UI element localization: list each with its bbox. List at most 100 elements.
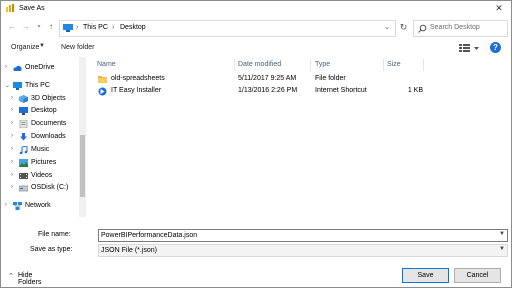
breadcrumb-desktop[interactable]: Desktop	[120, 24, 146, 31]
save-as-dialog: Save As ✕ ← → ▾ ↑ › This PC › Desktop ⌄ …	[0, 0, 512, 288]
folder-icon	[98, 76, 107, 83]
chevron-down-icon: ▼	[499, 246, 505, 252]
back-button[interactable]: ←	[7, 22, 17, 32]
column-header-type[interactable]: Type	[315, 61, 330, 68]
pictures-icon	[19, 159, 28, 167]
column-divider[interactable]	[383, 59, 384, 71]
organize-button[interactable]: Organize	[11, 44, 39, 51]
new-folder-button[interactable]: New folder	[61, 44, 94, 51]
toolbar: Organize ▼ New folder ?	[1, 39, 511, 57]
up-button[interactable]: ↑	[46, 22, 56, 32]
desktop-icon	[19, 107, 28, 115]
column-header-name[interactable]: Name	[97, 61, 116, 68]
scrollbar-thumb[interactable]	[80, 135, 85, 197]
sidebar-item-label: Videos	[31, 172, 53, 179]
file-date: 1/13/2016 2:26 PM	[238, 87, 298, 94]
table-row[interactable]: old-spreadsheets 5/11/2017 9:25 AM File …	[93, 74, 511, 85]
recent-locations-button[interactable]: ▾	[34, 22, 44, 32]
table-row[interactable]: IT Easy Installer 1/13/2016 2:26 PM Inte…	[93, 86, 511, 97]
arrow-up-icon: ↑	[49, 22, 53, 31]
file-date: 5/11/2017 9:25 AM	[238, 75, 297, 82]
network-icon	[13, 202, 22, 210]
file-name-value: PowerBIPerformanceData.json	[101, 232, 198, 239]
hide-folders-label: Hide Folders	[18, 272, 42, 286]
close-icon: ✕	[495, 3, 503, 13]
drive-icon	[19, 185, 28, 192]
search-icon	[418, 24, 427, 33]
breadcrumb-separator-icon: ›	[112, 24, 115, 31]
file-name: old-spreadsheets	[111, 75, 165, 82]
column-divider[interactable]	[423, 59, 424, 71]
computer-icon	[13, 82, 22, 90]
column-divider[interactable]	[310, 59, 311, 71]
address-dropdown-button[interactable]: ⌄	[382, 23, 392, 33]
navigation-pane: › OneDrive ⌄ This PC › 3D Objects › Desk…	[1, 57, 87, 217]
navigation-pane-scrollbar[interactable]	[79, 57, 86, 217]
file-name-input[interactable]: PowerBIPerformanceData.json ▼	[98, 229, 508, 242]
chevron-right-icon: ›	[11, 107, 13, 113]
breadcrumb-this-pc[interactable]: This PC	[83, 24, 108, 31]
file-name-label: File name:	[38, 231, 71, 238]
file-size: 1 KB	[407, 87, 423, 94]
change-view-button[interactable]	[457, 42, 481, 54]
music-icon	[19, 146, 28, 154]
computer-icon	[63, 24, 73, 32]
documents-icon	[19, 120, 28, 128]
chevron-down-icon[interactable]: ▼	[499, 231, 505, 237]
chevron-right-icon: ›	[11, 172, 13, 178]
save-form: File name: PowerBIPerformanceData.json ▼…	[1, 229, 511, 289]
address-bar[interactable]: › This PC › Desktop	[59, 20, 396, 37]
arrow-left-icon: ←	[8, 22, 16, 31]
cloud-icon	[13, 65, 22, 71]
save-type-value: JSON File (*.json)	[101, 247, 158, 254]
help-button[interactable]: ?	[490, 42, 501, 53]
chevron-down-icon: ⌄	[5, 83, 11, 89]
sidebar-item-label: Documents	[31, 120, 67, 127]
sidebar-item-label: Pictures	[31, 159, 57, 166]
save-type-select[interactable]: JSON File (*.json) ▼	[98, 244, 508, 257]
refresh-button[interactable]: ↻	[397, 20, 410, 35]
chevron-down-icon: ⌄	[384, 24, 390, 31]
videos-icon	[19, 173, 28, 179]
search-placeholder: Search Desktop	[430, 24, 480, 31]
chevron-down-icon: ▾	[37, 24, 41, 30]
sidebar-item-label: Network	[25, 202, 51, 209]
column-header-date-modified[interactable]: Date modified	[238, 61, 281, 68]
chevron-right-icon: ›	[11, 184, 13, 190]
cube-icon	[19, 95, 28, 103]
refresh-icon: ↻	[399, 22, 408, 32]
column-header-size[interactable]: Size	[387, 61, 401, 68]
cancel-button[interactable]: Cancel	[454, 268, 501, 283]
downloads-icon	[20, 133, 27, 141]
chevron-right-icon: ›	[11, 95, 13, 101]
file-type: Internet Shortcut	[315, 87, 367, 94]
sidebar-item-label: 3D Objects	[31, 95, 66, 102]
chevron-down-icon: ▼	[39, 43, 45, 49]
sidebar-item-label: This PC	[25, 82, 50, 89]
title-bar: Save As ✕	[1, 1, 511, 16]
file-type: File folder	[315, 75, 346, 82]
save-type-label: Save as type:	[30, 246, 73, 253]
help-icon: ?	[493, 43, 498, 52]
chevron-right-icon: ›	[11, 133, 13, 139]
window-title: Save As	[19, 5, 45, 12]
app-icon	[6, 4, 14, 12]
sidebar-item-label: OSDisk (C:)	[31, 184, 69, 191]
column-divider[interactable]	[234, 59, 235, 71]
forward-button[interactable]: →	[21, 22, 31, 32]
chevron-up-icon: ⌃	[8, 273, 14, 280]
chevron-right-icon: ›	[11, 120, 13, 126]
sidebar-item-label: OneDrive	[25, 64, 55, 71]
search-input[interactable]: Search Desktop	[413, 20, 508, 37]
chevron-right-icon: ›	[5, 64, 7, 70]
save-button[interactable]: Save	[402, 268, 449, 283]
chevron-right-icon: ›	[5, 202, 7, 208]
close-button[interactable]: ✕	[493, 3, 505, 14]
sidebar-item-label: Downloads	[31, 133, 66, 140]
sidebar-item-label: Desktop	[31, 107, 57, 114]
file-name: IT Easy Installer	[111, 87, 162, 94]
navigation-row: ← → ▾ ↑ › This PC › Desktop ⌄ ↻ Search D…	[1, 19, 511, 37]
file-list: Name Date modified Type Size old-spreads…	[93, 57, 511, 217]
shortcut-icon	[98, 87, 107, 96]
sidebar-item-label: Music	[31, 146, 50, 153]
